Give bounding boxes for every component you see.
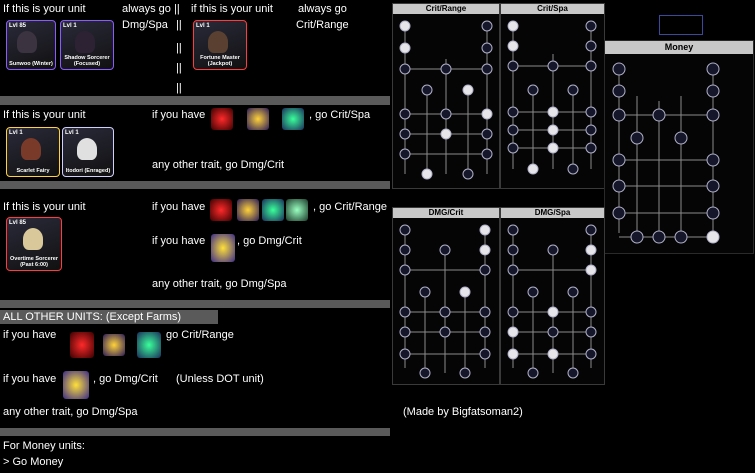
section4-header: ALL OTHER UNITS: (Except Farms) [3,311,182,323]
section2-if-have: if you have [152,109,206,121]
trait-icon-mask [262,199,284,221]
section3-result2: , go Dmg/Crit [237,235,302,247]
section3-if-have: if you have [152,201,206,213]
unit-name: Overtime Sorcerer (Past 6:00) [10,256,58,268]
separator: || [176,19,182,31]
unit-level: Lvl 1 [196,23,210,29]
unit-portrait [21,138,41,160]
section4-if-have: if you have [3,329,57,341]
unit-card: Lvl 85 Sunwoo (Winter) [6,20,56,70]
trait-icon-eye [237,199,259,221]
tree-nodes [507,224,597,379]
trait-icon-eye [63,371,89,399]
section-divider [0,96,390,105]
tree-money: Money [604,40,754,254]
section4-note: (Unless DOT unit) [176,373,264,385]
trait-icon-eye [103,334,125,356]
section3-other: any other trait, go Dmg/Spa [152,278,287,290]
section2-other: any other trait, go Dmg/Crit [152,159,285,171]
section1-left-always: always go [122,3,171,15]
unit-name: Sunwoo (Winter) [9,61,53,67]
separator: || [176,42,182,54]
section3-result: , go Crit/Range [313,201,387,213]
section1-right-stat: Crit/Range [296,19,349,31]
unit-name: Shadow Sorcerer (Focused) [64,55,110,67]
tree-dmg-crit: DMG/Crit [392,207,500,385]
section-divider [0,300,390,308]
tree-crit-spa: Crit/Spa [500,3,605,189]
tree-graph [399,224,491,379]
section2-result: , go Crit/Spa [309,109,371,121]
unit-name: Scarlet Fairy [16,168,50,174]
unit-level: Lvl 85 [9,23,27,29]
separator: || [174,3,180,15]
tree-dmg-spa: DMG/Spa [500,207,605,385]
section3-text: If this is your unit [3,201,86,213]
credit-text: (Made by Bigfatsoman2) [403,406,523,418]
trait-icon-skull [286,199,308,221]
tree-graph [507,20,597,175]
section1-left-stat: Dmg/Spa [122,19,168,31]
unit-card: Lvl 85 Overtime Sorcerer (Past 6:00) [6,217,62,271]
section3-if-have2: if you have [152,235,206,247]
trait-icon-eye [211,234,235,262]
unit-portrait [17,31,37,53]
tree-graph [507,224,597,379]
section4-if-have2: if you have [3,373,57,385]
section2-text: If this is your unit [3,109,86,121]
unit-card: Lvl 1 Scarlet Fairy [6,127,60,177]
unit-portrait [75,31,95,53]
trait-icon-red [70,332,94,358]
unit-portrait [77,138,97,160]
unit-name: Fortune Master (Jackpot) [200,55,240,67]
go-money-text: > Go Money [3,456,64,468]
trait-icon-mask [282,108,304,130]
unit-portrait [23,228,43,250]
tree-graph [399,20,493,180]
trait-icon-eye [247,108,269,130]
trait-icon-mask [137,332,161,358]
section4-other: any other trait, go Dmg/Spa [3,406,138,418]
separator: || [176,62,182,74]
unit-level: Lvl 1 [63,23,77,29]
unit-level: Lvl 85 [9,220,27,226]
section1-right-always: always go [298,3,347,15]
money-units-text: For Money units: [3,440,85,452]
tree-nodes [507,20,597,175]
section-divider [0,428,390,436]
separator: || [176,82,182,94]
unit-level: Lvl 1 [65,130,79,136]
unit-portrait [208,31,228,53]
tree-nodes [612,62,720,244]
unit-level: Lvl 1 [9,130,23,136]
tree-graph [612,62,720,244]
tree-crit-range: Crit/Range [392,3,500,189]
unit-card: Lvl 1 Fortune Master (Jackpot) [193,20,247,70]
section4-result2: , go Dmg/Crit [93,373,158,385]
unit-card: Lvl 1 Shadow Sorcerer (Focused) [60,20,114,70]
unit-card: Lvl 1 Itodori (Enraged) [62,127,114,177]
section-divider [0,181,390,189]
section1-left-text: If this is your unit [3,3,86,15]
trait-icon-red [210,199,232,221]
trait-icon-red [211,108,233,130]
section4-result: go Crit/Range [166,329,234,341]
unit-name: Itodori (Enraged) [65,168,111,174]
section1-right-text: if this is your unit [191,3,273,15]
empty-frame [659,15,703,35]
